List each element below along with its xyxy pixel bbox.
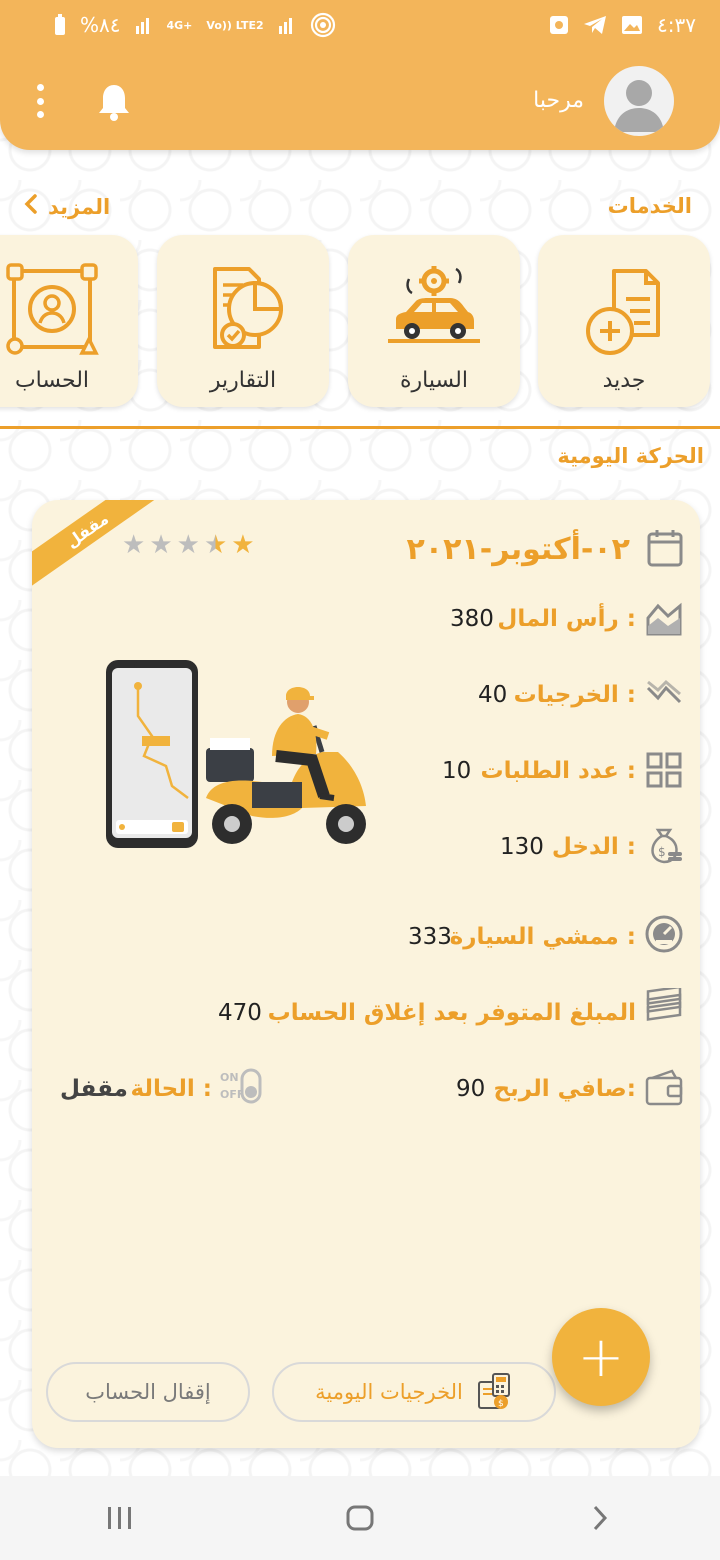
service-new-label: جديد xyxy=(602,368,646,393)
state-value: مقفل xyxy=(60,1076,128,1102)
income-label: الدخل : xyxy=(551,834,636,860)
chevron-left-icon xyxy=(24,193,38,220)
signal-2-icon xyxy=(278,16,296,34)
star-icon: ★ xyxy=(149,530,173,560)
gallery-icon xyxy=(621,15,643,35)
cash-stack-icon xyxy=(646,988,682,1021)
add-fab-button[interactable]: + xyxy=(552,1308,650,1406)
orders-value: 10 xyxy=(442,758,472,784)
close-account-label: إقفال الحساب xyxy=(85,1380,211,1404)
speedometer-icon xyxy=(645,915,683,953)
service-car[interactable]: السيارة xyxy=(348,235,520,407)
trend-down-icon xyxy=(646,679,682,704)
service-reports[interactable]: التقارير xyxy=(157,235,329,407)
service-car-label: السيارة xyxy=(400,368,468,393)
invoice-calculator-icon: $ xyxy=(477,1373,510,1409)
svg-text:$: $ xyxy=(498,1399,504,1409)
notifications-bell-icon[interactable] xyxy=(96,82,132,122)
reports-icon xyxy=(213,267,284,349)
orders-label: عدد الطلبات : xyxy=(480,758,636,784)
chart-area-icon xyxy=(646,602,682,636)
expenses-label: الخرجيات : xyxy=(513,682,636,708)
status-bar: %٨٤ 4G+ Vo)) LTE2 ٤:٣٧ xyxy=(0,0,720,50)
new-document-icon xyxy=(586,269,660,355)
recent-apps-icon xyxy=(108,1507,131,1529)
net-profit-label: صافي الربح: xyxy=(493,1076,636,1102)
account-icon xyxy=(6,263,99,355)
chevron-right-icon xyxy=(593,1505,608,1531)
state-label: الحالة : xyxy=(130,1076,212,1102)
star-icon: ★ xyxy=(176,530,200,560)
services-row: جديد السيارة التقارير الحساب xyxy=(0,235,720,410)
net-profit-value: 90 xyxy=(456,1076,486,1102)
capital-label: رأس المال : xyxy=(497,606,636,632)
daily-expenses-button[interactable]: الخرجيات اليومية $ xyxy=(272,1362,556,1422)
grid-icon xyxy=(646,752,682,788)
battery-level: %٨٤ xyxy=(80,13,121,37)
welcome-text: مرحبا xyxy=(533,88,584,113)
app-header: مرحبا xyxy=(0,50,720,150)
avatar[interactable] xyxy=(604,66,674,136)
svg-text:OFF: OFF xyxy=(220,1088,244,1101)
expenses-value: 40 xyxy=(478,682,508,708)
system-nav-bar xyxy=(0,1476,720,1560)
recent-apps-button[interactable] xyxy=(80,1488,160,1548)
back-button[interactable] xyxy=(560,1488,640,1548)
status-left: %٨٤ 4G+ Vo)) LTE2 xyxy=(54,12,336,38)
income-value: 130 xyxy=(500,834,544,860)
rating-stars: ★ ★ ★ ★ ★ xyxy=(122,530,255,560)
hotspot-icon xyxy=(310,12,336,38)
daily-expenses-label: الخرجيات اليومية xyxy=(315,1380,463,1404)
status-right: ٤:٣٧ xyxy=(549,13,696,37)
capital-value: 380 xyxy=(450,606,494,632)
services-title: الخدمات xyxy=(607,194,692,218)
car-service-icon xyxy=(388,266,480,343)
more-label: المزيد xyxy=(48,194,111,219)
signal-icon xyxy=(135,16,153,34)
section-divider xyxy=(0,426,720,429)
calendar-icon xyxy=(647,530,683,567)
card-date: ٠٢-أكتوبر-٢٠٢١ xyxy=(406,532,631,567)
daily-title: الحركة اليومية xyxy=(557,444,704,468)
home-button[interactable] xyxy=(320,1488,400,1548)
record-icon xyxy=(549,15,569,35)
delivery-illustration xyxy=(106,660,366,848)
star-filled-icon: ★ xyxy=(231,530,255,560)
clock: ٤:٣٧ xyxy=(657,13,696,37)
more-link[interactable]: المزيد xyxy=(24,193,110,220)
money-bag-icon: $ xyxy=(651,828,682,864)
service-reports-label: التقارير xyxy=(209,368,277,393)
svg-text:$: $ xyxy=(658,845,666,859)
battery-icon xyxy=(54,14,66,36)
mileage-label: ممشي السيارة : xyxy=(449,924,636,950)
service-account[interactable]: الحساب xyxy=(0,235,138,407)
toggle-status-icon: ON OFF xyxy=(220,1068,262,1104)
service-account-label: الحساب xyxy=(14,368,90,393)
available-label: المبلغ المتوفر بعد إغلاق الحساب xyxy=(267,1000,636,1026)
wallet-icon xyxy=(645,1069,683,1106)
daily-card[interactable]: مقفل ★ ★ ★ ★ ★ ٠٢-أكتوبر-٢٠٢١ رأس المال … xyxy=(32,500,700,1448)
volte-indicator: Vo)) LTE2 xyxy=(206,18,264,32)
service-new[interactable]: جديد xyxy=(538,235,710,407)
telegram-icon xyxy=(583,15,607,35)
available-value: 470 xyxy=(218,1000,262,1026)
mileage-value: 333 xyxy=(408,924,452,950)
network-type: 4G+ xyxy=(166,18,193,32)
svg-text:ON: ON xyxy=(220,1071,239,1084)
home-icon xyxy=(346,1505,374,1531)
star-half-icon: ★ xyxy=(203,530,228,560)
more-options-icon[interactable] xyxy=(28,84,52,118)
star-icon: ★ xyxy=(122,530,146,560)
close-account-button[interactable]: إقفال الحساب xyxy=(46,1362,250,1422)
